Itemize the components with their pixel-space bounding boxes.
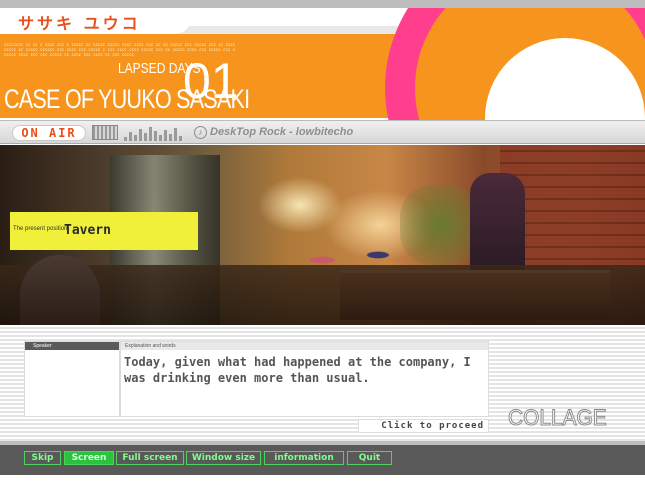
skip-button[interactable]: Skip [24, 451, 61, 465]
top-gray-bar [0, 0, 645, 8]
location-indicator: The present position Tavern [10, 212, 198, 250]
quit-button[interactable]: Quit [347, 451, 392, 465]
case-title: CASE OF YUUKO SASAKI [4, 84, 250, 114]
click-to-proceed-button[interactable]: Click to proceed [358, 419, 489, 433]
message-box[interactable]: Explanation and words Today, given what … [120, 341, 489, 417]
concentric-rings-graphic [385, 8, 645, 120]
dialogue-panel: Speaker Explanation and words Today, giv… [0, 325, 645, 441]
title-banner: ササキ ユウコ cccccccc cc cc c cccc ccc c cccc… [0, 8, 645, 120]
on-air-badge: ON AIR [12, 125, 86, 141]
now-playing-track: DeskTop Rock - lowbitecho [210, 126, 354, 138]
dialogue-text: Today, given what had happened at the co… [124, 355, 471, 385]
equalizer-icon [124, 125, 186, 141]
window-size-button[interactable]: Window size [186, 451, 261, 465]
location-label: The present position [13, 226, 68, 232]
kana-character-name: ササキ ユウコ [18, 14, 141, 33]
status-bar: ON AIR ♪ DeskTop Rock - lowbitecho [0, 120, 645, 144]
brand-logo: COLLAGE [508, 405, 608, 431]
speaker-label: Speaker [25, 342, 119, 350]
location-value: Tavern [64, 223, 111, 238]
message-label: Explanation and words [121, 342, 488, 350]
toolbar-bottom-strip [0, 475, 645, 484]
bottom-toolbar: Skip Screen Full screen Window size info… [0, 441, 645, 484]
music-note-icon: ♪ [194, 126, 207, 139]
keyboard-icon [92, 125, 118, 140]
full-screen-button[interactable]: Full screen [116, 451, 184, 465]
speaker-box: Speaker [24, 341, 120, 417]
screen-button[interactable]: Screen [64, 451, 114, 465]
information-button[interactable]: information [264, 451, 344, 465]
